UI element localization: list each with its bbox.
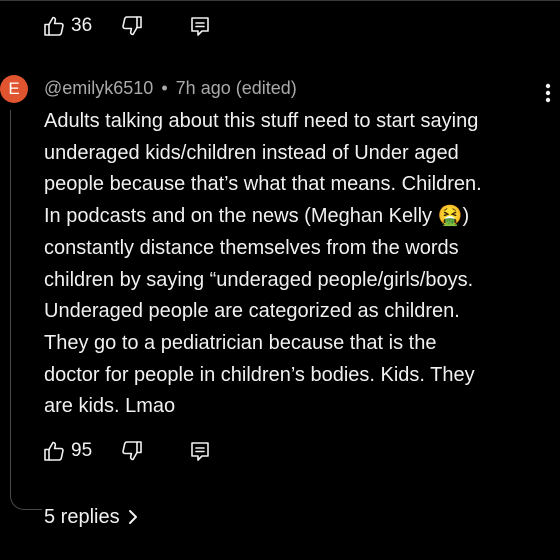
comment-author[interactable]: @emilyk6510 bbox=[44, 78, 153, 98]
comment-actions: 95 bbox=[42, 436, 209, 466]
thumbs-down-icon[interactable] bbox=[120, 439, 144, 463]
avatar[interactable]: E bbox=[0, 75, 28, 103]
like-count: 95 bbox=[71, 440, 93, 461]
more-vertical-icon[interactable] bbox=[540, 80, 556, 106]
reply-comment-icon[interactable] bbox=[188, 14, 212, 38]
comment-meta: @emilyk6510 • 7h ago (edited) bbox=[44, 77, 297, 99]
like-count: 36 bbox=[71, 15, 93, 36]
previous-comment-actions: 36 bbox=[42, 11, 209, 41]
reply-comment-icon[interactable] bbox=[188, 439, 212, 463]
meta-separator: • bbox=[161, 78, 168, 98]
thumbs-down-icon[interactable] bbox=[120, 14, 144, 38]
thread-line bbox=[10, 110, 42, 510]
comment-timestamp: 7h ago (edited) bbox=[175, 78, 297, 98]
replies-toggle[interactable]: 5 replies bbox=[44, 503, 140, 531]
thumbs-up-icon[interactable] bbox=[42, 439, 66, 463]
comment-body: Adults talking about this stuff need to … bbox=[44, 110, 482, 418]
thumbs-up-icon[interactable] bbox=[42, 14, 66, 38]
replies-label: 5 replies bbox=[44, 506, 120, 528]
chevron-right-icon bbox=[128, 510, 137, 524]
divider bbox=[0, 0, 560, 1]
